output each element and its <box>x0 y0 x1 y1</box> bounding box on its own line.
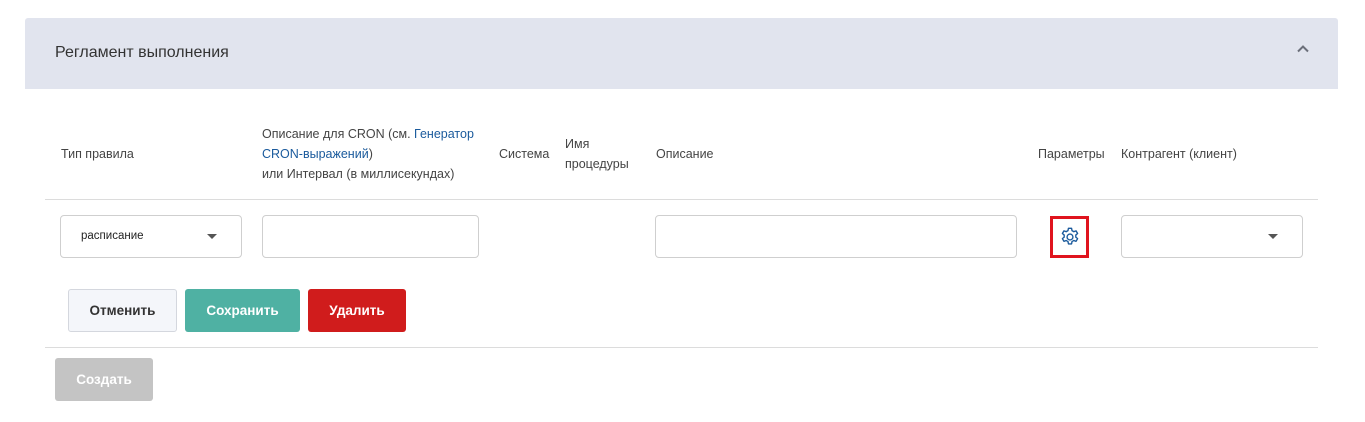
chevron-up-icon[interactable] <box>1296 42 1310 56</box>
header-procedure: Имя процедуры <box>565 134 629 174</box>
section-header[interactable]: Регламент выполнения <box>25 18 1338 89</box>
cron-input[interactable] <box>263 216 478 257</box>
header-system: Система <box>499 147 550 161</box>
cron-generator-link[interactable]: Генератор <box>414 127 474 141</box>
cron-generator-link-cont[interactable]: CRON-выражений <box>262 147 369 161</box>
description-field[interactable] <box>655 215 1017 258</box>
description-input[interactable] <box>656 216 1016 257</box>
parameters-button[interactable] <box>1050 216 1089 258</box>
footer-divider <box>45 347 1318 348</box>
cancel-button[interactable]: Отменить <box>68 289 177 332</box>
gear-icon <box>1059 226 1081 248</box>
counterparty-select[interactable] <box>1121 215 1303 258</box>
section-title: Регламент выполнения <box>55 44 229 61</box>
create-button[interactable]: Создать <box>55 358 153 401</box>
chevron-down-icon <box>1268 234 1278 239</box>
header-cron: Описание для CRON (см. Генератор CRON-вы… <box>262 124 482 184</box>
save-button[interactable]: Сохранить <box>185 289 300 332</box>
chevron-down-icon <box>207 234 217 239</box>
header-description: Описание <box>656 147 714 161</box>
header-procedure-line1: Имя <box>565 137 590 151</box>
header-counterparty: Контрагент (клиент) <box>1121 147 1237 161</box>
cron-field[interactable] <box>262 215 479 258</box>
delete-button[interactable]: Удалить <box>308 289 406 332</box>
header-cron-prefix: Описание для CRON (см. <box>262 127 415 141</box>
header-cron-interval: или Интервал (в миллисекундах) <box>262 167 455 181</box>
header-cron-close: ) <box>368 147 373 161</box>
rule-type-select[interactable]: расписание <box>60 215 242 258</box>
header-divider <box>45 199 1318 200</box>
rule-type-value: расписание <box>81 230 144 242</box>
header-rule-type: Тип правила <box>61 147 134 161</box>
header-parameters: Параметры <box>1038 147 1105 161</box>
header-procedure-line2: процедуры <box>565 157 629 171</box>
